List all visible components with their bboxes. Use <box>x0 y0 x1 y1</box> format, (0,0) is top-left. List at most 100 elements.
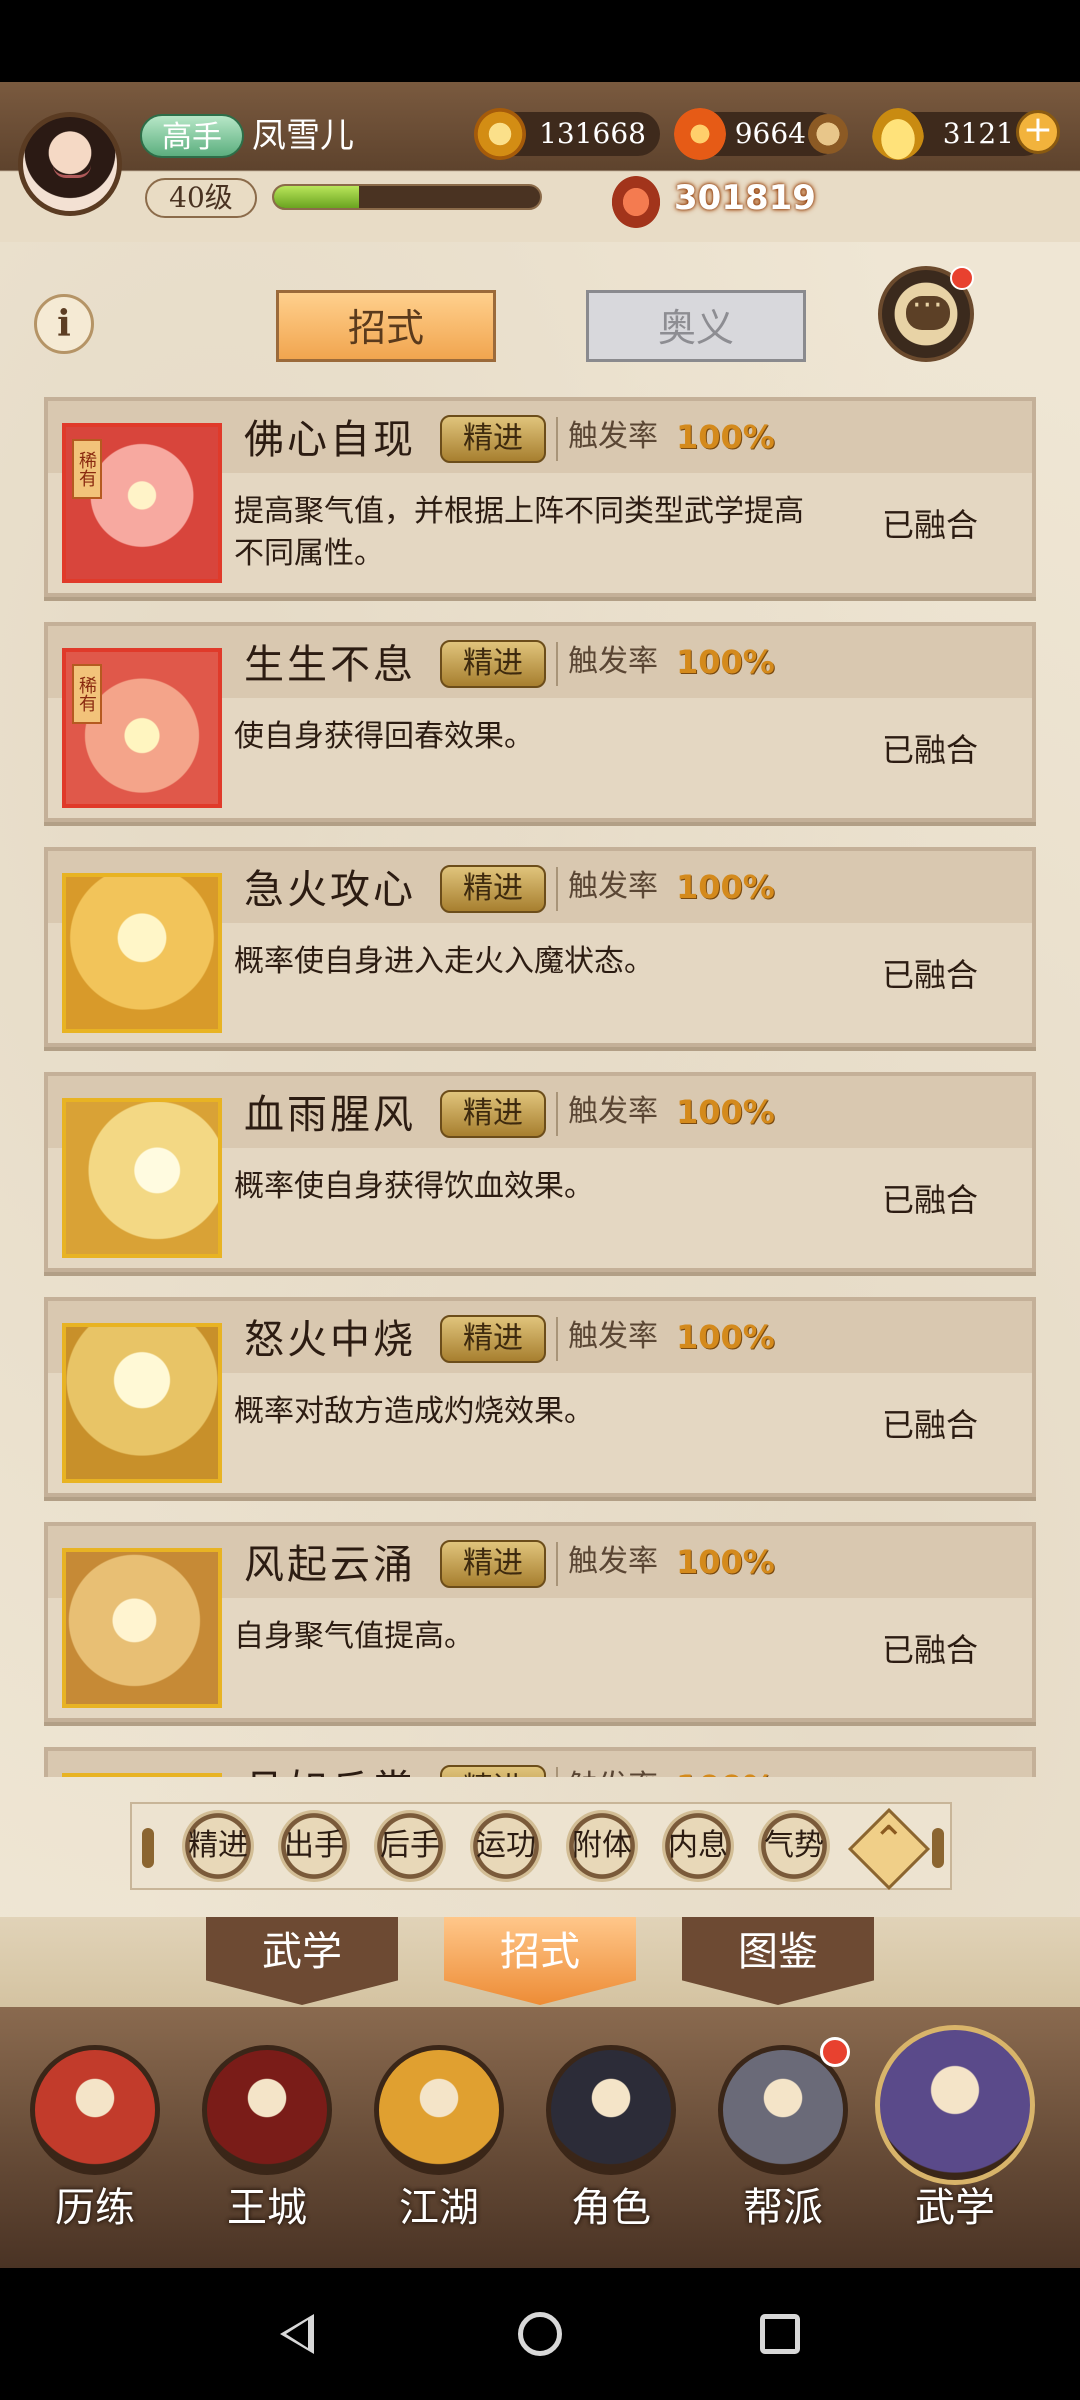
nav-label: 王城 <box>227 2185 307 2231</box>
trigger-rate-value: 100% <box>676 1543 775 1581</box>
scroll-handle-right <box>932 1828 944 1868</box>
nav-item[interactable]: 江湖 <box>364 2025 514 2255</box>
filter-chip[interactable]: 后手 <box>374 1810 446 1882</box>
skill-card[interactable]: 稀有 佛心自现 精进 触发率 100% 提高聚气值，并根据上阵不同类型武学提高不… <box>44 397 1036 597</box>
skill-level-badge: 精进 <box>440 1765 546 1777</box>
divider <box>556 867 558 911</box>
fusion-status: 已融合 <box>882 1181 979 1219</box>
subtab-martial-arts[interactable]: 武学 <box>206 1917 398 2005</box>
tab-mysteries[interactable]: 奥义 <box>586 290 806 362</box>
player-header: 高手 凤雪儿 40级 131668 9664 3121 + 301819 <box>0 82 1080 242</box>
skill-art-icon[interactable] <box>62 1098 222 1258</box>
nav-label: 帮派 <box>743 2185 823 2231</box>
skill-name: 血雨腥风 <box>244 1092 416 1138</box>
filter-chip[interactable]: 内息 <box>662 1810 734 1882</box>
skill-description: 自身聚气值提高。 <box>234 1619 474 1654</box>
skill-card[interactable]: 急火攻心 精进 触发率 100% 概率使自身进入走火入魔状态。 已融合 <box>44 847 1036 1047</box>
nav-item[interactable]: 帮派 <box>708 2025 858 2255</box>
chat-icon <box>906 288 950 330</box>
filter-chip[interactable]: 气势 <box>758 1810 830 1882</box>
skill-name: 怒火中烧 <box>244 1317 416 1363</box>
martial-arts-screen: 高手 凤雪儿 40级 131668 9664 3121 + 301819 i 招… <box>0 82 1080 2268</box>
filter-chip[interactable]: 出手 <box>278 1810 350 1882</box>
sword-monkey-icon <box>374 2045 504 2175</box>
add-gold-icon[interactable]: + <box>1016 110 1060 154</box>
bottom-nav: 历练 王城 江湖 角色 帮派 武学 <box>0 2007 1080 2268</box>
trigger-rate-value: 100% <box>676 643 775 681</box>
divider <box>556 417 558 461</box>
skill-name: 佛心自现 <box>244 417 416 463</box>
skill-art-icon[interactable] <box>62 1773 222 1777</box>
subtab-moves[interactable]: 招式 <box>444 1917 636 2005</box>
nav-label: 历练 <box>55 2185 135 2231</box>
sub-tab-bar: 武学 招式 图鉴 <box>0 1917 1080 2007</box>
notification-dot <box>820 2037 850 2067</box>
back-icon[interactable] <box>280 2314 314 2354</box>
scroll-sword-icon <box>30 2045 160 2175</box>
exp-bar-fill <box>274 186 360 208</box>
pot-icon <box>808 114 848 154</box>
status-bar <box>0 0 1080 82</box>
skill-name: 且如丘掌 <box>244 1757 416 1777</box>
skill-art-icon[interactable]: 稀有 <box>62 648 222 808</box>
fire-value: 9664 <box>734 117 806 150</box>
skill-level-badge: 精进 <box>440 640 546 688</box>
tab-moves[interactable]: 招式 <box>276 290 496 362</box>
rank-badge: 高手 <box>140 114 244 158</box>
nav-item[interactable]: 王城 <box>192 2025 342 2255</box>
divider <box>556 1092 558 1136</box>
nav-item[interactable]: 角色 <box>536 2025 686 2255</box>
power-value: 301819 <box>674 178 816 218</box>
coin-value: 131668 <box>539 117 646 150</box>
nav-label: 江湖 <box>399 2185 479 2231</box>
skill-art-icon[interactable]: 稀有 <box>62 423 222 583</box>
skill-level-badge: 精进 <box>440 415 546 463</box>
trigger-rate-label: 触发率 <box>568 1544 658 1579</box>
subtab-codex[interactable]: 图鉴 <box>682 1917 874 2005</box>
fusion-status: 已融合 <box>882 1406 979 1444</box>
palace-icon <box>202 2045 332 2175</box>
trigger-rate-value: 100% <box>676 868 775 906</box>
skill-card[interactable]: 风起云涌 精进 触发率 100% 自身聚气值提高。 已融合 <box>44 1522 1036 1722</box>
skill-description: 提高聚气值，并根据上阵不同类型武学提高不同属性。 <box>234 494 804 571</box>
filter-chip[interactable]: 精进 <box>182 1810 254 1882</box>
recents-icon[interactable] <box>760 2314 800 2354</box>
divider <box>556 1542 558 1586</box>
player-name: 凤雪儿 <box>252 116 354 156</box>
coin-counter[interactable]: 131668 <box>474 108 660 160</box>
skill-level-badge: 精进 <box>440 865 546 913</box>
phone-screen: 高手 凤雪儿 40级 131668 9664 3121 + 301819 i 招… <box>0 0 1080 2400</box>
player-avatar[interactable] <box>18 112 122 216</box>
gold-ingot-icon <box>872 108 924 160</box>
filter-chip[interactable]: 附体 <box>566 1810 638 1882</box>
skill-level-badge: 精进 <box>440 1315 546 1363</box>
skill-description: 概率对敌方造成灼烧效果。 <box>234 1394 594 1429</box>
skill-level-badge: 精进 <box>440 1090 546 1138</box>
nav-item[interactable]: 武学 <box>875 2025 1035 2255</box>
skill-art-icon[interactable] <box>62 873 222 1033</box>
trigger-rate-label: 触发率 <box>568 419 658 454</box>
skill-art-icon[interactable] <box>62 1323 222 1483</box>
trigger-rate-label: 触发率 <box>568 644 658 679</box>
scrolls-icon <box>875 2025 1035 2185</box>
home-icon[interactable] <box>518 2312 562 2356</box>
power-icon <box>610 174 662 230</box>
info-button[interactable]: i <box>34 294 94 354</box>
skill-art-icon[interactable] <box>62 1548 222 1708</box>
chat-button[interactable] <box>878 266 974 362</box>
divider <box>556 1317 558 1361</box>
skill-card[interactable]: 血雨腥风 精进 触发率 100% 概率使自身获得饮血效果。 已融合 <box>44 1072 1036 1272</box>
skill-card[interactable]: 怒火中烧 精进 触发率 100% 概率对敌方造成灼烧效果。 已融合 <box>44 1297 1036 1497</box>
exp-bar <box>272 184 542 210</box>
skill-card[interactable]: 且如丘掌 精进 触发率 100% <box>44 1747 1036 1777</box>
filter-chip[interactable]: 运功 <box>470 1810 542 1882</box>
nav-item[interactable]: 历练 <box>20 2025 170 2255</box>
fire-counter[interactable]: 9664 <box>674 108 848 160</box>
trigger-rate-label: 触发率 <box>568 1094 658 1129</box>
skill-list[interactable]: 稀有 佛心自现 精进 触发率 100% 提高聚气值，并根据上阵不同类型武学提高不… <box>0 377 1080 1777</box>
gold-counter[interactable]: 3121 + <box>872 108 1060 160</box>
nav-label: 角色 <box>571 2185 651 2231</box>
level-label: 40级 <box>145 178 257 218</box>
collapse-icon[interactable] <box>850 1810 926 1886</box>
skill-card[interactable]: 稀有 生生不息 精进 触发率 100% 使自身获得回春效果。 已融合 <box>44 622 1036 822</box>
